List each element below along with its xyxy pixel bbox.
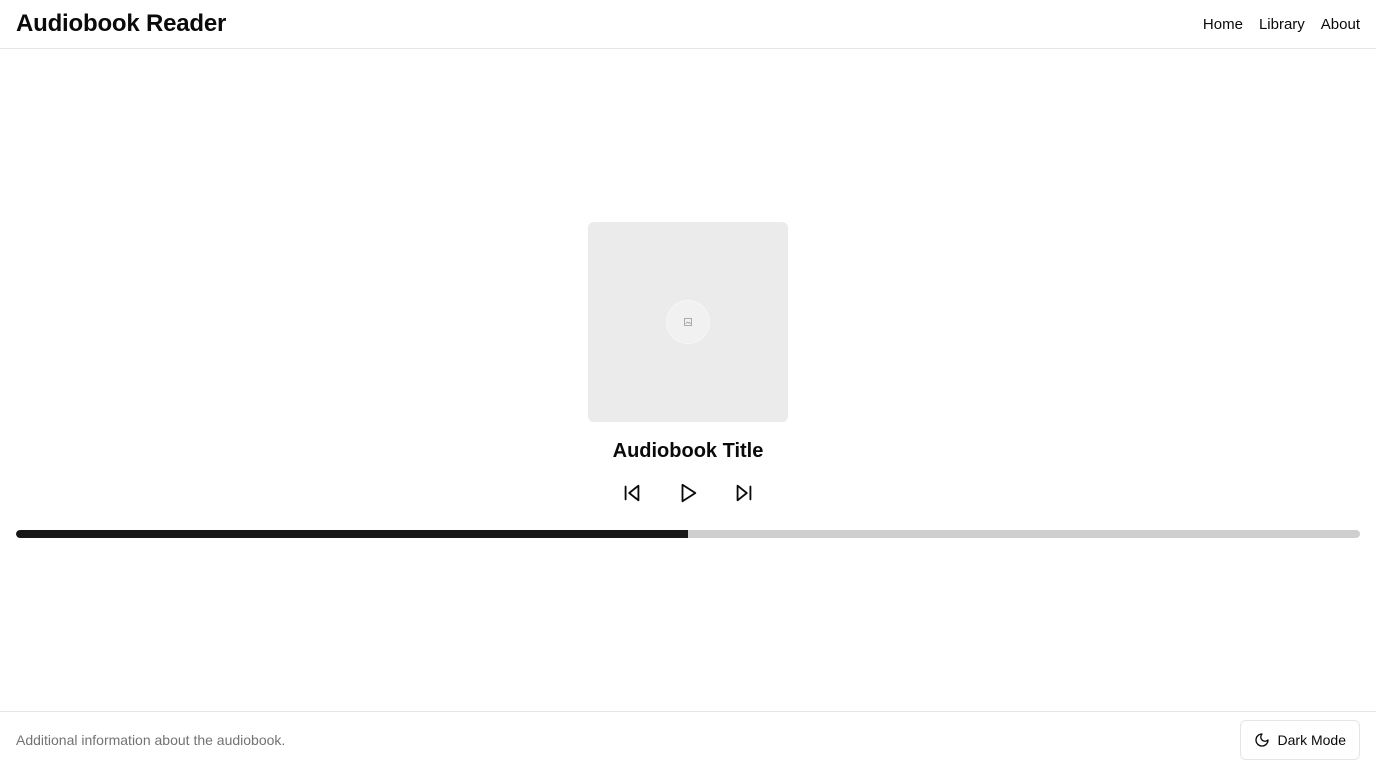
playback-controls [0, 481, 1376, 505]
play-icon [681, 483, 697, 503]
image-placeholder-icon [666, 300, 710, 344]
app-title: Audiobook Reader [16, 10, 227, 37]
nav-link-about[interactable]: About [1321, 16, 1360, 33]
previous-button[interactable] [620, 481, 644, 505]
footer-info-text: Additional information about the audiobo… [16, 732, 286, 748]
skip-forward-icon [736, 484, 752, 502]
moon-icon [1254, 733, 1269, 747]
audiobook-title: Audiobook Title [612, 440, 764, 462]
player-area: Audiobook Title [0, 49, 1376, 711]
dark-mode-button[interactable]: Dark Mode [1239, 720, 1360, 760]
progress-fill [16, 530, 688, 538]
nav-link-library[interactable]: Library [1259, 16, 1305, 33]
skip-back-icon [624, 484, 640, 502]
progress-bar[interactable] [16, 530, 1360, 538]
app-root: Audiobook Reader Home Library About Audi… [0, 0, 1376, 768]
cover-image [588, 222, 788, 422]
next-button[interactable] [732, 481, 756, 505]
dark-mode-label: Dark Mode [1277, 732, 1346, 748]
main-nav: Home Library About [1203, 16, 1360, 33]
top-bar: Audiobook Reader Home Library About [0, 0, 1376, 49]
play-button[interactable] [676, 481, 700, 505]
nav-link-home[interactable]: Home [1203, 16, 1243, 33]
footer: Additional information about the audiobo… [0, 711, 1376, 768]
